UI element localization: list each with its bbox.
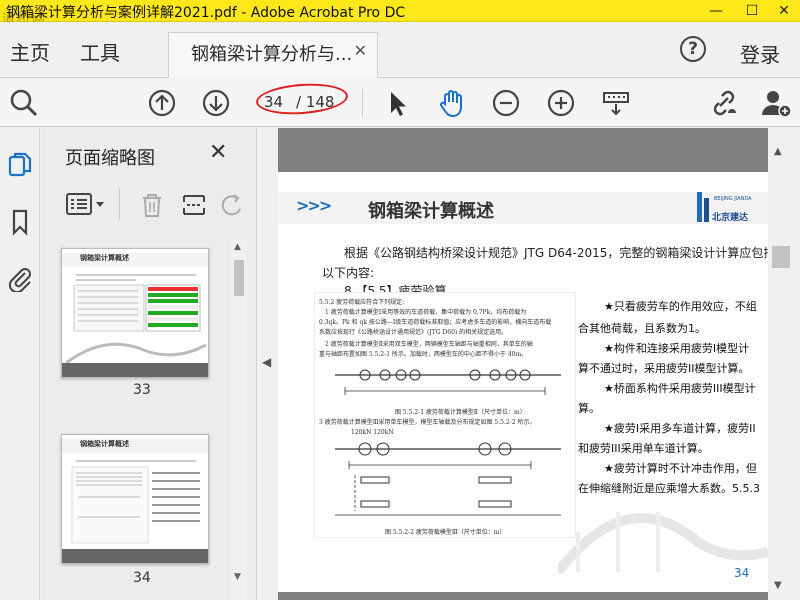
page-up-icon[interactable] <box>146 87 178 119</box>
thumbnail-list: 钢箱梁计算概述 33 钢箱梁计算概述 34 <box>41 240 241 600</box>
thumbnail-page-number: 33 <box>133 382 151 398</box>
company-logo: BEIJING JIANDA 北京建达 <box>696 190 756 226</box>
maximize-button[interactable]: ☐ <box>740 1 764 21</box>
intro-line-1: 根据《公路钢结构桥梁设计规范》JTG D64-2015，完整的钢箱梁设计计算应包… <box>344 246 768 260</box>
spec-line: 5.5.2 疲劳荷载应符合下列规定: <box>319 299 405 306</box>
menu-home[interactable]: 主页 <box>10 37 50 66</box>
login-button[interactable]: 登录 <box>740 39 780 68</box>
hand-tool-icon[interactable] <box>436 87 468 119</box>
title-bar: 道桥网 钢箱梁计算分析与案例详解2021.pdf - Adobe Acrobat… <box>0 0 800 27</box>
zoom-out-icon[interactable] <box>490 87 522 119</box>
bookmarks-icon[interactable] <box>6 208 34 236</box>
thumbnail-content <box>71 460 200 544</box>
intro-line-2: 以下内容: <box>322 266 375 280</box>
scroll-up-arrow-icon[interactable]: ▲ <box>774 146 782 157</box>
bullet-text: 和疲劳III采用单车道计算。 <box>578 442 709 455</box>
logo-text: 北京建达 <box>712 213 749 223</box>
thumbnail-footer <box>62 549 208 563</box>
figure-caption: 图 5.5.2-2 疲劳荷载模型Ⅲ（尺寸单位：m） <box>385 529 506 536</box>
chevrons-icon: >>> <box>296 196 332 215</box>
bullet-text: ★构件和连接采用疲劳I模型计 <box>604 342 750 355</box>
options-menu-icon[interactable] <box>65 192 109 216</box>
page-heading: 钢箱梁计算概述 <box>368 201 494 222</box>
scroll-down-arrow-icon[interactable]: ▼ <box>774 580 782 591</box>
scroll-down-arrow-icon[interactable]: ▼ <box>234 572 241 582</box>
select-cursor-icon[interactable] <box>382 87 414 119</box>
thumbnail-footer <box>62 363 208 377</box>
extract-page-icon[interactable] <box>181 192 207 218</box>
pdf-page: >>> 钢箱梁计算概述 BEIJING JIANDA 北京建达 根据《公路钢结构… <box>278 172 768 592</box>
document-viewer[interactable]: >>> 钢箱梁计算概述 BEIJING JIANDA 北京建达 根据《公路钢结构… <box>278 128 768 600</box>
left-navigation-rail <box>0 128 40 600</box>
spec-line: 重与轴距布置如图 5.5.2-1 所示。加载时，两模型车的中心距不得小于 40m… <box>319 351 528 358</box>
bullet-text: 合其他荷载，且系数为1。 <box>578 322 706 335</box>
thumbnails-panel: 页面缩略图 ✕ 钢箱梁计算概述 33 钢箱梁计算概述 34 ▲ ▼ <box>41 128 257 600</box>
fatigue-model-iii-diagram <box>335 442 561 516</box>
thumbnail-title: 钢箱梁计算概述 <box>80 440 129 448</box>
thumbnail-tools <box>41 180 257 226</box>
page-number-label: 34 <box>734 566 750 580</box>
axle-load-label: 120kN 120kN <box>351 429 394 436</box>
fatigue-model-ii-diagram <box>335 369 561 395</box>
spec-line: 系数应按现行《公路桥涵设计通用规范》(JTG D60) 的相关规定选用。 <box>319 329 508 336</box>
document-tab-label: 钢箱梁计算分析与... <box>191 44 353 65</box>
page-down-icon[interactable] <box>200 87 232 119</box>
share-link-icon[interactable] <box>708 87 740 119</box>
spec-line: 0.3qk。Pk 和 qk 按公路—Ⅰ级车道荷载标准取值；应考虑多车道的影响，横… <box>319 319 552 326</box>
zoom-search-icon[interactable] <box>8 87 40 119</box>
tab-close-icon[interactable]: ✕ <box>354 41 367 60</box>
spec-line: 3 疲劳荷载计算模型Ⅲ采用单车模型，模型车轴载及分布规定如图 5.5.2-2 所… <box>319 419 536 426</box>
toolbar-divider <box>362 89 363 117</box>
logo-subtext: BEIJING JIANDA <box>714 196 752 202</box>
document-tab[interactable]: 钢箱梁计算分析与... ✕ <box>168 32 378 78</box>
bullet-text: ★桥面系构件采用疲劳III模型计 <box>604 382 756 395</box>
menu-tools[interactable]: 工具 <box>80 37 120 66</box>
page-header-band <box>278 192 768 224</box>
bullet-text: 算。 <box>578 402 600 415</box>
window-title: 钢箱梁计算分析与案例详解2021.pdf - Adobe Acrobat Pro… <box>6 5 406 21</box>
toolbar: 34 / 148 <box>0 79 800 127</box>
spec-line: 1 疲劳荷载计算模型Ⅰ采用等效的车道荷载，集中荷载为 0.7Pk，均布荷载为 <box>325 309 527 316</box>
thumbnail-page-34[interactable]: 钢箱梁计算概述 <box>61 434 209 564</box>
menu-bar: 主页 工具 钢箱梁计算分析与... ✕ ? 登录 <box>0 22 800 78</box>
thumbnail-scroll-thumb[interactable] <box>234 260 244 296</box>
bullet-text: 算不通过时，采用疲劳II模型计算。 <box>578 362 750 375</box>
scroll-up-arrow-icon[interactable]: ▲ <box>234 242 241 252</box>
spec-line: 2 疲劳荷载计算模型Ⅱ采用双车模型，两辆模型车轴距与轴重相同，其单车的轴 <box>325 341 533 348</box>
thumbnail-page-33[interactable]: 钢箱梁计算概述 <box>61 248 209 378</box>
document-scrollbar[interactable]: ▲ ▼ <box>768 128 800 600</box>
thumbnail-page-number: 34 <box>133 570 151 586</box>
close-window-button[interactable]: ✕ <box>772 1 796 21</box>
thumbnail-title: 钢箱梁计算概述 <box>80 254 129 262</box>
thumbnail-content <box>66 274 206 365</box>
panel-close-icon[interactable]: ✕ <box>209 140 227 165</box>
rotate-page-icon[interactable] <box>219 192 245 218</box>
minimize-button[interactable]: — <box>704 1 728 21</box>
collapse-panel-icon[interactable]: ◀ <box>262 355 271 369</box>
marquee-zoom-icon[interactable] <box>600 87 632 119</box>
bullet-text: 在伸缩缝附近是应乘增大系数。5.5.3 <box>578 482 760 495</box>
zoom-in-icon[interactable] <box>545 87 577 119</box>
tools-divider <box>119 188 120 220</box>
thumbnail-scrollbar[interactable]: ▲ ▼ <box>231 240 247 600</box>
code-excerpt-image: 5.5.2 疲劳荷载应符合下列规定: 1 疲劳荷载计算模型Ⅰ采用等效的车道荷载，… <box>314 292 576 538</box>
panel-title: 页面缩略图 <box>65 148 155 169</box>
bullet-text: ★疲劳计算时不计冲击作用，但 <box>604 462 757 475</box>
attachments-icon[interactable] <box>6 264 34 292</box>
bullet-text: ★疲劳I采用多车道计算，疲劳II <box>604 422 756 435</box>
delete-page-icon[interactable] <box>139 192 165 218</box>
help-button[interactable]: ? <box>680 36 706 62</box>
bullet-text: ★只看疲劳车的作用效应，不组 <box>604 300 757 313</box>
logo-mark-icon <box>697 192 709 222</box>
add-user-icon[interactable] <box>760 87 792 119</box>
page-thumbnails-icon[interactable] <box>6 150 34 178</box>
figure-caption: 图 5.5.2-1 疲劳荷载计算模型Ⅱ（尺寸单位：m） <box>395 409 526 416</box>
document-scroll-thumb[interactable] <box>772 246 790 268</box>
